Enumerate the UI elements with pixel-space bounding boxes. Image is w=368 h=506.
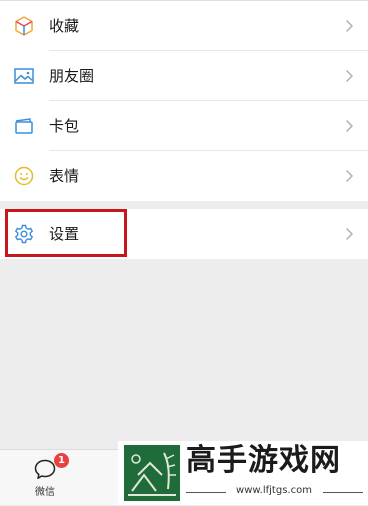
chevron-right-icon — [345, 119, 354, 133]
unread-badge: 1 — [54, 453, 69, 468]
watermark-url: www.lfjtgs.com — [236, 485, 312, 496]
menu-item-card-wallet[interactable]: 卡包 — [0, 101, 368, 151]
tab-label: 微信 — [35, 487, 55, 498]
menu-item-label: 卡包 — [49, 117, 80, 135]
watermark-logo-icon — [124, 445, 180, 501]
favorites-cube-icon — [15, 16, 33, 36]
card-wallet-icon — [15, 118, 33, 134]
divider — [323, 492, 363, 493]
chevron-right-icon — [345, 19, 354, 33]
menu-item-moments[interactable]: 朋友圈 — [0, 51, 368, 101]
watermark-title: 高手游戏网 — [186, 443, 341, 478]
chevron-right-icon — [345, 69, 354, 83]
menu-item-stickers[interactable]: 表情 — [0, 151, 368, 201]
menu-item-label: 表情 — [49, 167, 80, 185]
moments-picture-icon — [14, 68, 34, 84]
settings-highlight-box — [5, 209, 127, 257]
chevron-right-icon — [345, 227, 354, 241]
menu-group-main: 收藏 朋友圈 卡包 表情 — [0, 0, 368, 201]
menu-item-favorites[interactable]: 收藏 — [0, 1, 368, 51]
site-watermark: 高手游戏网 www.lfjtgs.com — [118, 441, 368, 505]
menu-item-label: 朋友圈 — [49, 67, 95, 85]
chevron-right-icon — [345, 169, 354, 183]
tab-chats[interactable]: 1 微信 — [18, 450, 72, 506]
menu-item-label: 收藏 — [49, 17, 80, 35]
smiley-emoji-icon — [14, 166, 34, 186]
